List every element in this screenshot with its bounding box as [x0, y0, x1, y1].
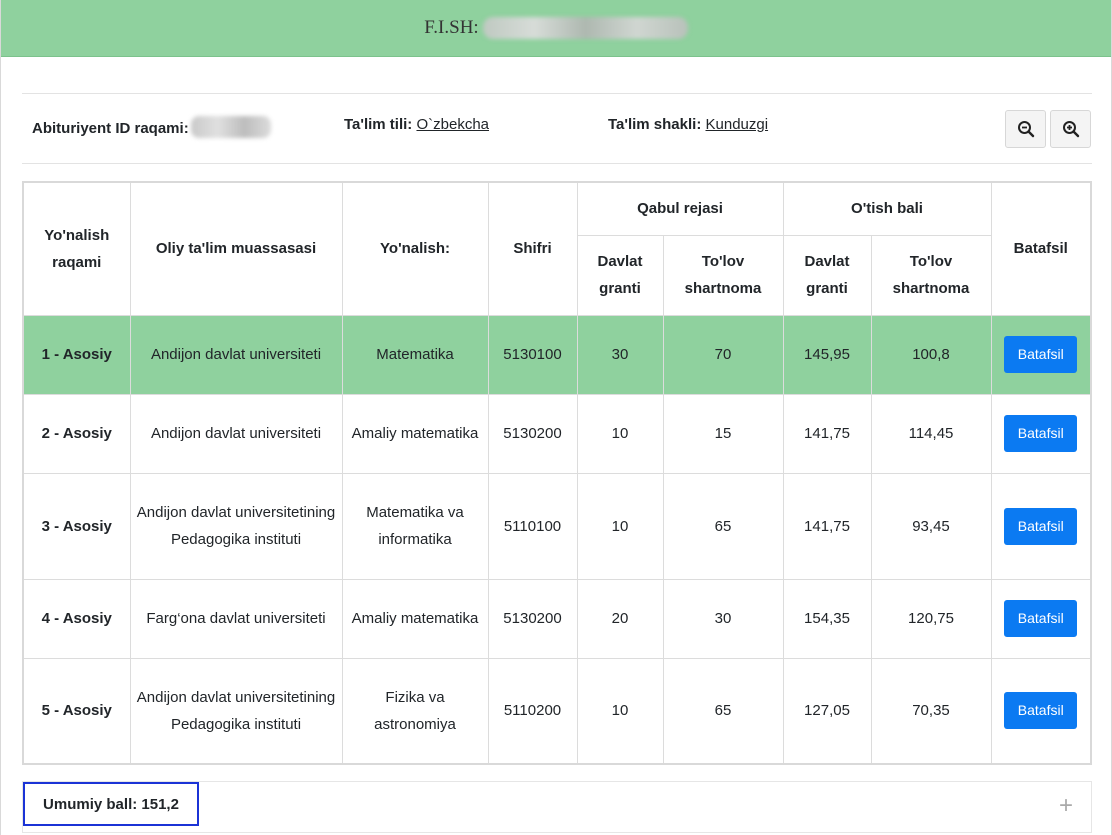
- row-pass-contract: 114,45: [870, 393, 992, 474]
- row-rank: 4 - Asosiy: [22, 578, 131, 659]
- applicant-id-redacted: [190, 116, 271, 138]
- plus-icon[interactable]: +: [1059, 792, 1073, 820]
- details-button[interactable]: Batafsil: [1004, 415, 1078, 452]
- row-pass-contract: 120,75: [870, 578, 992, 659]
- full-name-label: F.I.SH:: [424, 17, 479, 38]
- zoom-in-icon: [1062, 121, 1079, 138]
- col-pass-grant: Davlat granti: [782, 234, 872, 316]
- row-pass-contract: 93,45: [870, 472, 992, 580]
- row-plan-grant: 10: [576, 657, 664, 765]
- col-admission-plan: Qabul rejasi: [576, 181, 784, 236]
- total-score: Umumiy ball: 151,2: [23, 782, 199, 826]
- details-button[interactable]: Batafsil: [1004, 336, 1078, 373]
- row-pass-grant: 141,75: [782, 393, 872, 474]
- education-language: Ta'lim tili: O`zbekcha: [344, 116, 489, 133]
- col-code: Shifri: [487, 181, 578, 316]
- row-code: 5110100: [487, 472, 578, 580]
- full-name-redacted: [482, 17, 688, 39]
- row-pass-grant: 141,75: [782, 472, 872, 580]
- row-rank: 3 - Asosiy: [22, 472, 131, 580]
- applicant-id-label: Abituriyent ID raqami:: [32, 120, 189, 137]
- table-row: 4 - Asosiy Farg‘ona davlat universiteti …: [22, 578, 1092, 659]
- details-button[interactable]: Batafsil: [1004, 507, 1078, 545]
- row-details-cell: Batafsil: [990, 578, 1092, 659]
- col-direction-number: Yo'nalish raqami: [22, 181, 131, 316]
- row-plan-grant: 10: [576, 472, 664, 580]
- row-details-cell: Batafsil: [990, 657, 1092, 765]
- row-rank: 1 - Asosiy: [22, 314, 131, 395]
- education-language-value[interactable]: O`zbekcha: [416, 116, 489, 133]
- education-form: Ta'lim shakli: Kunduzgi: [608, 116, 768, 133]
- row-pass-contract: 100,8: [870, 314, 992, 395]
- table-row: 1 - Asosiy Andijon davlat universiteti M…: [22, 314, 1092, 395]
- col-plan-grant: Davlat granti: [576, 234, 664, 316]
- row-direction: Matematika va informatika: [341, 472, 489, 580]
- row-pass-grant: 127,05: [782, 657, 872, 765]
- page: F.I.SH: Abituriyent ID raqami: Ta'lim ti…: [0, 0, 1112, 835]
- row-institution: Andijon davlat universiteti: [129, 393, 343, 474]
- row-institution: Andijon davlat universiteti: [129, 314, 343, 395]
- row-code: 5130100: [487, 314, 578, 395]
- col-pass-contract: To'lov shartnoma: [870, 234, 992, 316]
- row-details-cell: Batafsil: [990, 472, 1092, 580]
- table-row: 5 - Asosiy Andijon davlat universitetini…: [22, 657, 1092, 765]
- col-plan-contract: To'lov shartnoma: [662, 234, 784, 316]
- row-code: 5130200: [487, 393, 578, 474]
- col-passing-score: O'tish bali: [782, 181, 992, 236]
- col-institution: Oliy ta'lim muassasasi: [129, 181, 343, 316]
- applicant-info-bar: Abituriyent ID raqami: Ta'lim tili: O`zb…: [22, 93, 1092, 164]
- row-plan-contract: 70: [662, 314, 784, 395]
- row-institution: Andijon davlat universitetining Pedagogi…: [129, 472, 343, 580]
- details-button[interactable]: Batafsil: [1004, 692, 1078, 730]
- table-row: 2 - Asosiy Andijon davlat universiteti A…: [22, 393, 1092, 474]
- education-language-label: Ta'lim tili:: [344, 116, 413, 133]
- zoom-in-button[interactable]: [1050, 110, 1091, 148]
- applicant-id: Abituriyent ID raqami:: [32, 116, 271, 138]
- row-plan-contract: 65: [662, 657, 784, 765]
- row-rank: 5 - Asosiy: [22, 657, 131, 765]
- zoom-out-icon: [1017, 121, 1034, 138]
- row-direction: Fizika va astronomiya: [341, 657, 489, 765]
- row-rank: 2 - Asosiy: [22, 393, 131, 474]
- row-code: 5110200: [487, 657, 578, 765]
- row-pass-grant: 145,95: [782, 314, 872, 395]
- row-details-cell: Batafsil: [990, 393, 1092, 474]
- row-pass-grant: 154,35: [782, 578, 872, 659]
- row-details-cell: Batafsil: [990, 314, 1092, 395]
- zoom-out-button[interactable]: [1005, 110, 1046, 148]
- col-direction: Yo'nalish:: [341, 181, 489, 316]
- row-plan-contract: 65: [662, 472, 784, 580]
- total-score-panel: Umumiy ball: 151,2 +: [22, 781, 1092, 833]
- row-plan-contract: 30: [662, 578, 784, 659]
- row-plan-contract: 15: [662, 393, 784, 474]
- row-institution: Andijon davlat universitetining Pedagogi…: [129, 657, 343, 765]
- row-plan-grant: 10: [576, 393, 664, 474]
- row-institution: Farg‘ona davlat universiteti: [129, 578, 343, 659]
- col-details: Batafsil: [990, 181, 1092, 316]
- row-direction: Amaliy matematika: [341, 578, 489, 659]
- row-plan-grant: 30: [576, 314, 664, 395]
- row-code: 5130200: [487, 578, 578, 659]
- row-direction: Amaliy matematika: [341, 393, 489, 474]
- details-button[interactable]: Batafsil: [1004, 600, 1078, 637]
- education-form-label: Ta'lim shakli:: [608, 116, 702, 133]
- row-plan-grant: 20: [576, 578, 664, 659]
- page-header: F.I.SH:: [1, 0, 1111, 57]
- row-pass-contract: 70,35: [870, 657, 992, 765]
- admission-table: Yo'nalish raqami Oliy ta'lim muassasasi …: [22, 181, 1092, 765]
- education-form-value[interactable]: Kunduzgi: [706, 116, 769, 133]
- table-row: 3 - Asosiy Andijon davlat universitetini…: [22, 472, 1092, 580]
- row-direction: Matematika: [341, 314, 489, 395]
